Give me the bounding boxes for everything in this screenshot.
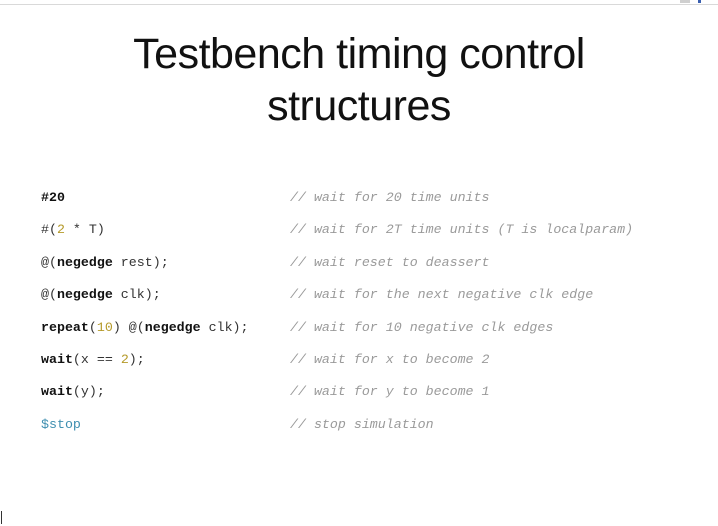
code-line: #20 // wait for 20 time units [41,190,701,222]
code-token: ) @( [112,319,145,335]
code-line: wait(x == 2); // wait for x to become 2 [41,352,701,384]
code-token: wait [41,384,73,400]
code-token: #20 [41,190,65,205]
code-token: ); [128,351,145,367]
code-line: wait(y); // wait for y to become 1 [41,384,701,416]
code-comment: // wait for the next negative clk edge [290,287,594,303]
slide-title-line-1: Testbench timing control [133,30,585,78]
code-statement: repeat(10) @(negedge clk); [41,320,249,335]
code-token: @( [41,254,57,270]
code-line: @(negedge clk); // wait for the next nega… [41,287,701,319]
code-statement: @(negedge clk); [41,287,161,302]
window-control-icon [680,0,690,3]
code-line: #(2 * T) // wait for 2T time units (T is … [41,222,701,254]
code-token: #( [41,222,57,238]
code-token: wait [41,351,73,367]
code-line: @(negedge rest); // wait reset to deasser… [41,255,701,287]
code-token: negedge [56,287,113,303]
code-line: $stop // stop simulation [41,417,701,449]
code-statement: $stop [41,417,81,432]
code-token: (x == [72,351,121,367]
code-comment: // wait reset to deassert [290,254,490,270]
window-indicator-icon [698,0,701,3]
code-statement: @(negedge rest); [41,255,169,270]
code-token: 2 [56,222,65,238]
code-block: #20// wait for 20 time units #(2 * T)// w… [41,190,701,449]
code-token: repeat [41,319,89,335]
code-statement: wait(x == 2); [41,352,145,367]
window-corner-controls [680,0,710,4]
code-comment: // stop simulation [290,416,434,432]
top-divider [0,4,718,5]
code-comment: // wait for x to become 2 [290,351,490,367]
slide-title-line-2: structures [267,82,451,130]
code-token: clk); [200,319,249,335]
code-token: rest); [112,254,169,270]
code-token: ( [88,319,97,335]
code-token: (y); [72,384,105,400]
code-statement: #(2 * T) [41,222,105,237]
code-comment: // wait for 10 negative clk edges [290,319,554,335]
code-comment: // wait for y to become 1 [290,384,490,400]
code-token: negedge [56,254,113,270]
code-token: negedge [144,319,201,335]
code-statement: wait(y); [41,384,105,399]
code-comment: // wait for 2T time units (T is localpar… [290,222,634,238]
code-token: @( [41,287,57,303]
code-statement: #20 [41,190,65,205]
text-cursor [1,511,2,524]
code-token: * T) [64,222,105,238]
code-line: repeat(10) @(negedge clk); // wait for 10… [41,320,701,352]
code-token: 10 [96,319,113,335]
code-token: clk); [112,287,161,303]
code-comment: // wait for 20 time units [290,190,490,205]
code-token: 2 [120,351,129,367]
slide-title: Testbench timing control structures [0,28,718,132]
code-token: $stop [41,416,81,432]
